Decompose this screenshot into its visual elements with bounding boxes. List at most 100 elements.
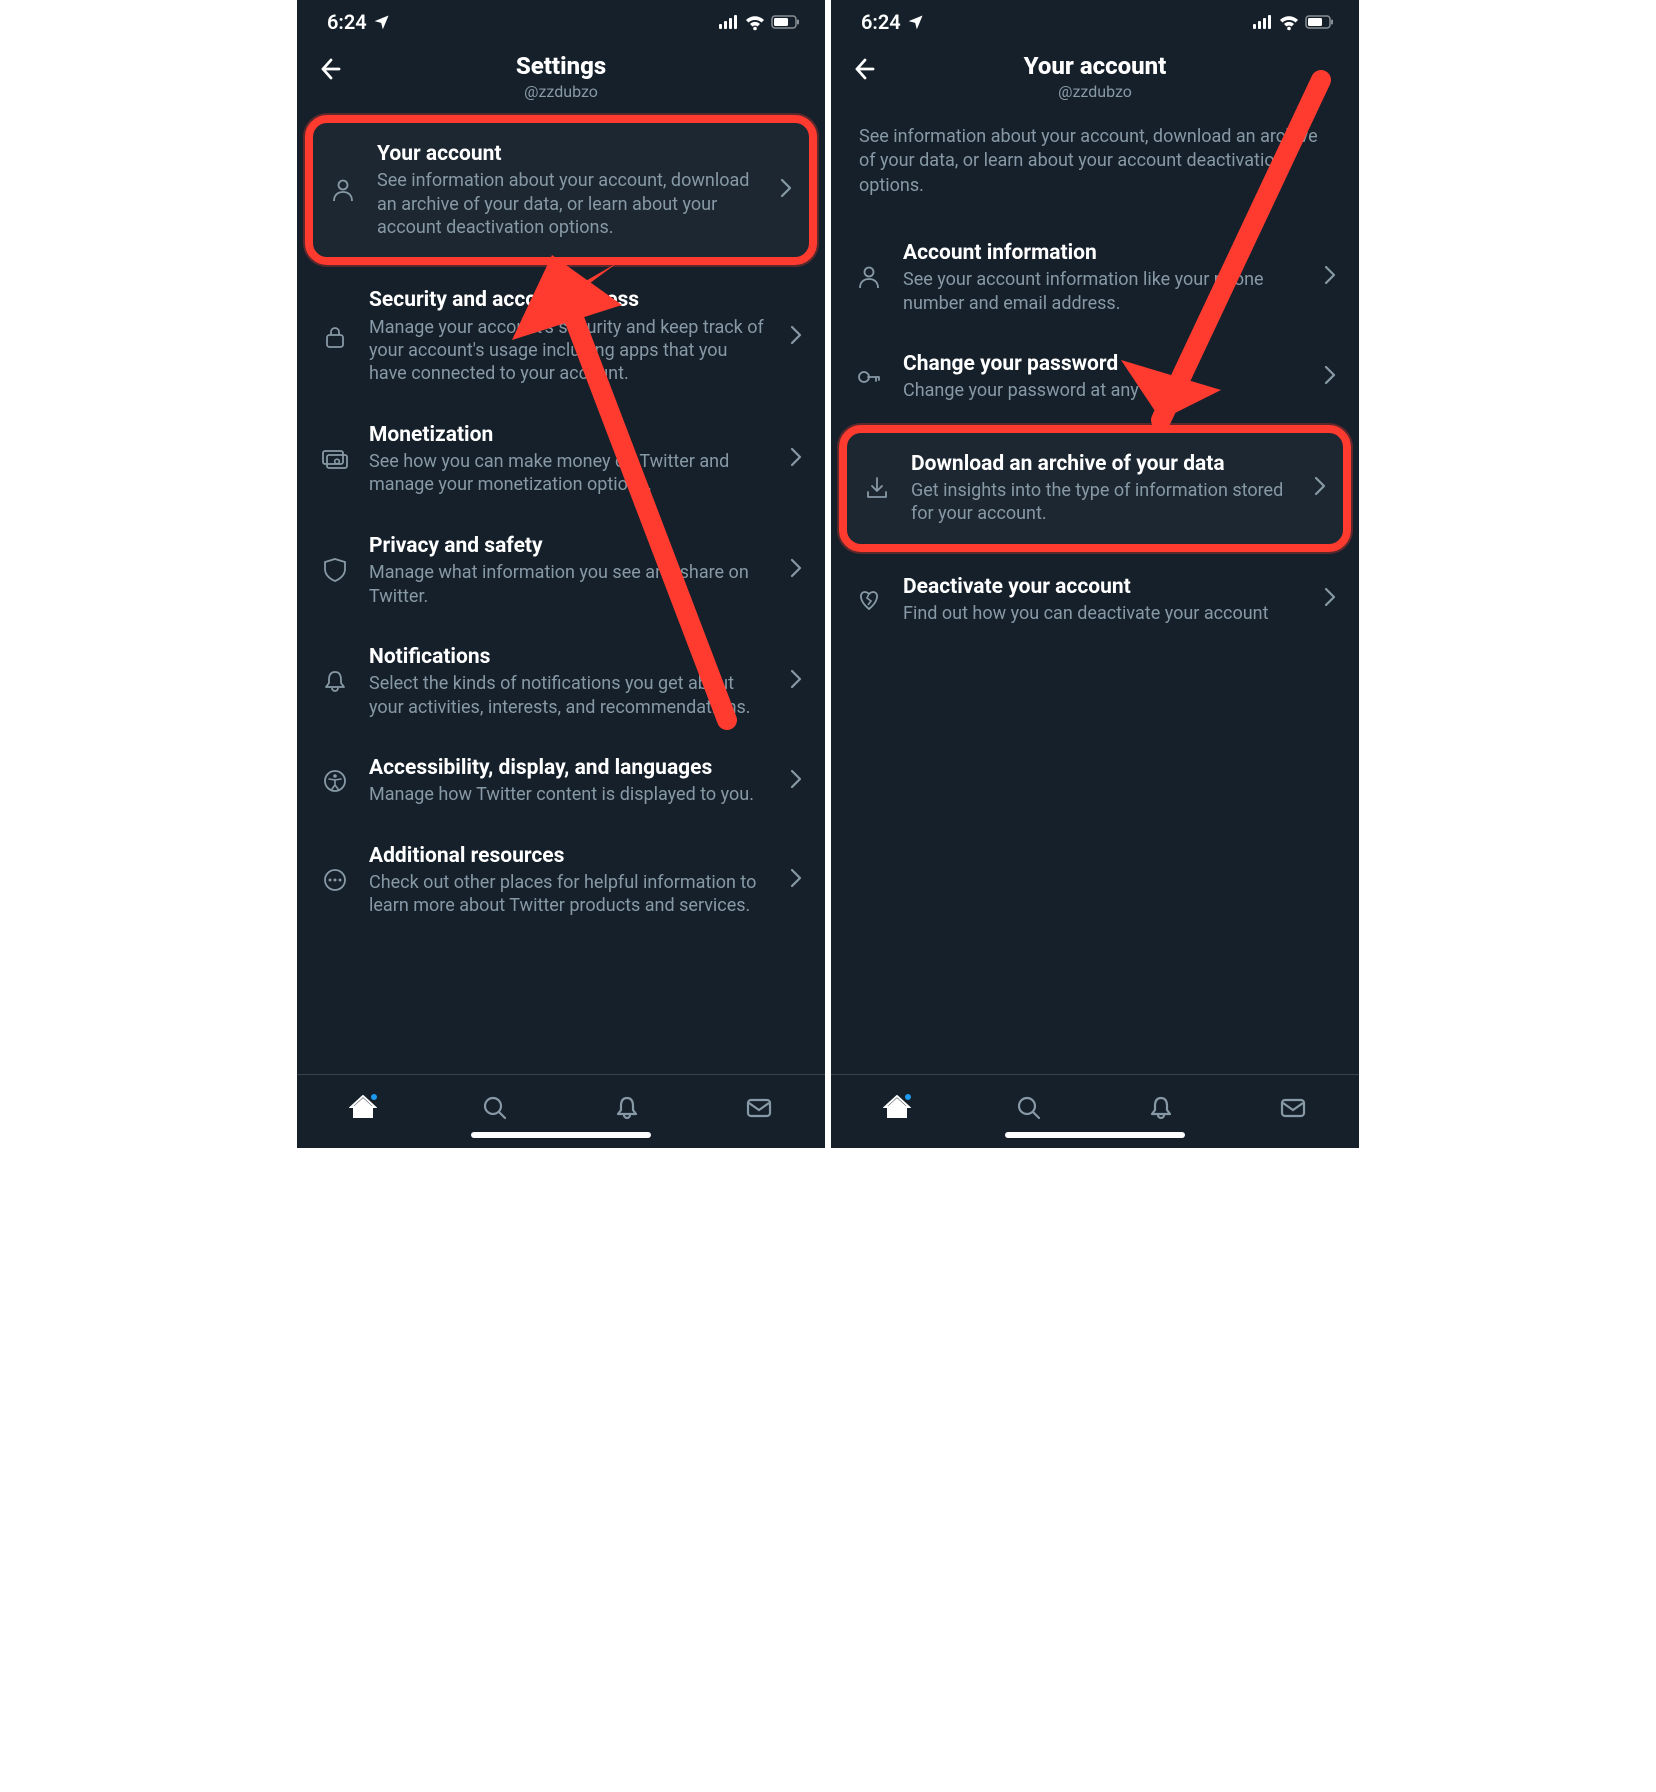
bell-icon — [1147, 1094, 1175, 1122]
page-header: Settings @zzdubzo — [297, 40, 825, 111]
item-desc: Change your password at any time. — [903, 379, 1301, 402]
chevron-right-icon — [785, 667, 807, 691]
more-icon — [322, 867, 348, 893]
item-label: Your account — [377, 141, 757, 167]
item-desc: Check out other places for helpful infor… — [369, 871, 767, 918]
money-icon — [321, 445, 349, 473]
chevron-right-icon — [785, 556, 807, 580]
chevron-right-icon — [785, 866, 807, 890]
item-desc: Manage your account's security and keep … — [369, 316, 767, 386]
status-time: 6:24 — [861, 10, 901, 34]
settings-item-privacy[interactable]: Privacy and safety Manage what informati… — [297, 515, 825, 626]
search-icon — [481, 1094, 509, 1122]
status-bar: 6:24 — [831, 0, 1359, 40]
bell-icon — [613, 1094, 641, 1122]
heart-broken-icon — [856, 586, 882, 612]
settings-screen: 6:24 Settings @zzdubzo — [297, 0, 825, 1148]
shield-icon — [322, 556, 348, 584]
item-label: Deactivate your account — [903, 574, 1301, 600]
status-bar: 6:24 — [297, 0, 825, 40]
cellular-signal-icon — [1253, 14, 1273, 30]
item-label: Change your password — [903, 351, 1301, 377]
back-button[interactable] — [849, 56, 877, 86]
account-item-account-information[interactable]: Account information See your account inf… — [831, 222, 1359, 333]
notification-dot — [903, 1092, 913, 1102]
item-label: Monetization — [369, 422, 767, 448]
settings-item-security[interactable]: Security and account access Manage your … — [297, 269, 825, 403]
account-item-change-password[interactable]: Change your password Change your passwor… — [831, 333, 1359, 421]
person-icon — [330, 177, 356, 203]
accessibility-icon — [322, 768, 348, 794]
your-account-screen: 6:24 Your account @zzdubzo See informati… — [831, 0, 1359, 1148]
page-title: Your account — [831, 52, 1359, 80]
chevron-right-icon — [1319, 585, 1341, 609]
annotation-highlight-download-archive: Download an archive of your data Get ins… — [839, 425, 1351, 552]
page-subtitle: @zzdubzo — [297, 82, 825, 101]
chevron-right-icon — [1309, 474, 1331, 498]
item-desc: Manage what information you see and shar… — [369, 561, 767, 608]
account-item-download-archive[interactable]: Download an archive of your data Get ins… — [847, 433, 1343, 544]
mail-icon — [1279, 1094, 1307, 1122]
tab-home[interactable] — [349, 1094, 377, 1126]
item-label: Additional resources — [369, 843, 767, 869]
back-arrow-icon — [849, 56, 877, 82]
search-icon — [1015, 1094, 1043, 1122]
item-label: Download an archive of your data — [911, 451, 1291, 477]
wifi-icon — [745, 14, 765, 31]
battery-icon — [771, 14, 801, 30]
location-services-icon — [907, 13, 925, 31]
item-desc: Manage how Twitter content is displayed … — [369, 783, 767, 806]
lock-icon — [322, 324, 348, 350]
chevron-right-icon — [785, 323, 807, 347]
download-icon — [864, 475, 890, 501]
item-desc: Get insights into the type of informatio… — [911, 479, 1291, 526]
location-services-icon — [373, 13, 391, 31]
settings-item-notifications[interactable]: Notifications Select the kinds of notifi… — [297, 626, 825, 737]
settings-item-monetization[interactable]: Monetization See how you can make money … — [297, 404, 825, 515]
page-header: Your account @zzdubzo — [831, 40, 1359, 111]
person-icon — [856, 264, 882, 290]
mail-icon — [745, 1094, 773, 1122]
tab-notifications[interactable] — [1147, 1094, 1175, 1126]
page-intro-text: See information about your account, down… — [831, 111, 1359, 222]
tab-search[interactable] — [1015, 1094, 1043, 1126]
tab-notifications[interactable] — [613, 1094, 641, 1126]
page-title: Settings — [297, 52, 825, 80]
page-subtitle: @zzdubzo — [831, 82, 1359, 101]
settings-item-additional-resources[interactable]: Additional resources Check out other pla… — [297, 825, 825, 936]
settings-item-your-account[interactable]: Your account See information about your … — [313, 123, 809, 257]
status-time: 6:24 — [327, 10, 367, 34]
item-label: Privacy and safety — [369, 533, 767, 559]
tab-search[interactable] — [481, 1094, 509, 1126]
chevron-right-icon — [775, 176, 797, 200]
chevron-right-icon — [785, 767, 807, 791]
back-arrow-icon — [315, 56, 343, 82]
chevron-right-icon — [1319, 363, 1341, 387]
chevron-right-icon — [1319, 263, 1341, 287]
wifi-icon — [1279, 14, 1299, 31]
home-indicator — [471, 1132, 651, 1138]
back-button[interactable] — [315, 56, 343, 86]
annotation-highlight-your-account: Your account See information about your … — [305, 115, 817, 265]
item-label: Accessibility, display, and languages — [369, 755, 767, 781]
home-indicator — [1005, 1132, 1185, 1138]
item-label: Notifications — [369, 644, 767, 670]
item-label: Security and account access — [369, 287, 767, 313]
settings-item-accessibility[interactable]: Accessibility, display, and languages Ma… — [297, 737, 825, 825]
item-label: Account information — [903, 240, 1301, 266]
item-desc: Select the kinds of notifications you ge… — [369, 672, 767, 719]
account-item-deactivate[interactable]: Deactivate your account Find out how you… — [831, 556, 1359, 644]
item-desc: See your account information like your p… — [903, 268, 1301, 315]
item-desc: See information about your account, down… — [377, 169, 757, 239]
tab-messages[interactable] — [1279, 1094, 1307, 1126]
tab-home[interactable] — [883, 1094, 911, 1126]
settings-list: Your account See information about your … — [297, 111, 825, 1074]
chevron-right-icon — [785, 445, 807, 469]
battery-icon — [1305, 14, 1335, 30]
notification-dot — [369, 1092, 379, 1102]
tab-messages[interactable] — [745, 1094, 773, 1126]
item-desc: Find out how you can deactivate your acc… — [903, 602, 1301, 625]
item-desc: See how you can make money on Twitter an… — [369, 450, 767, 497]
cellular-signal-icon — [719, 14, 739, 30]
key-icon — [856, 364, 882, 390]
